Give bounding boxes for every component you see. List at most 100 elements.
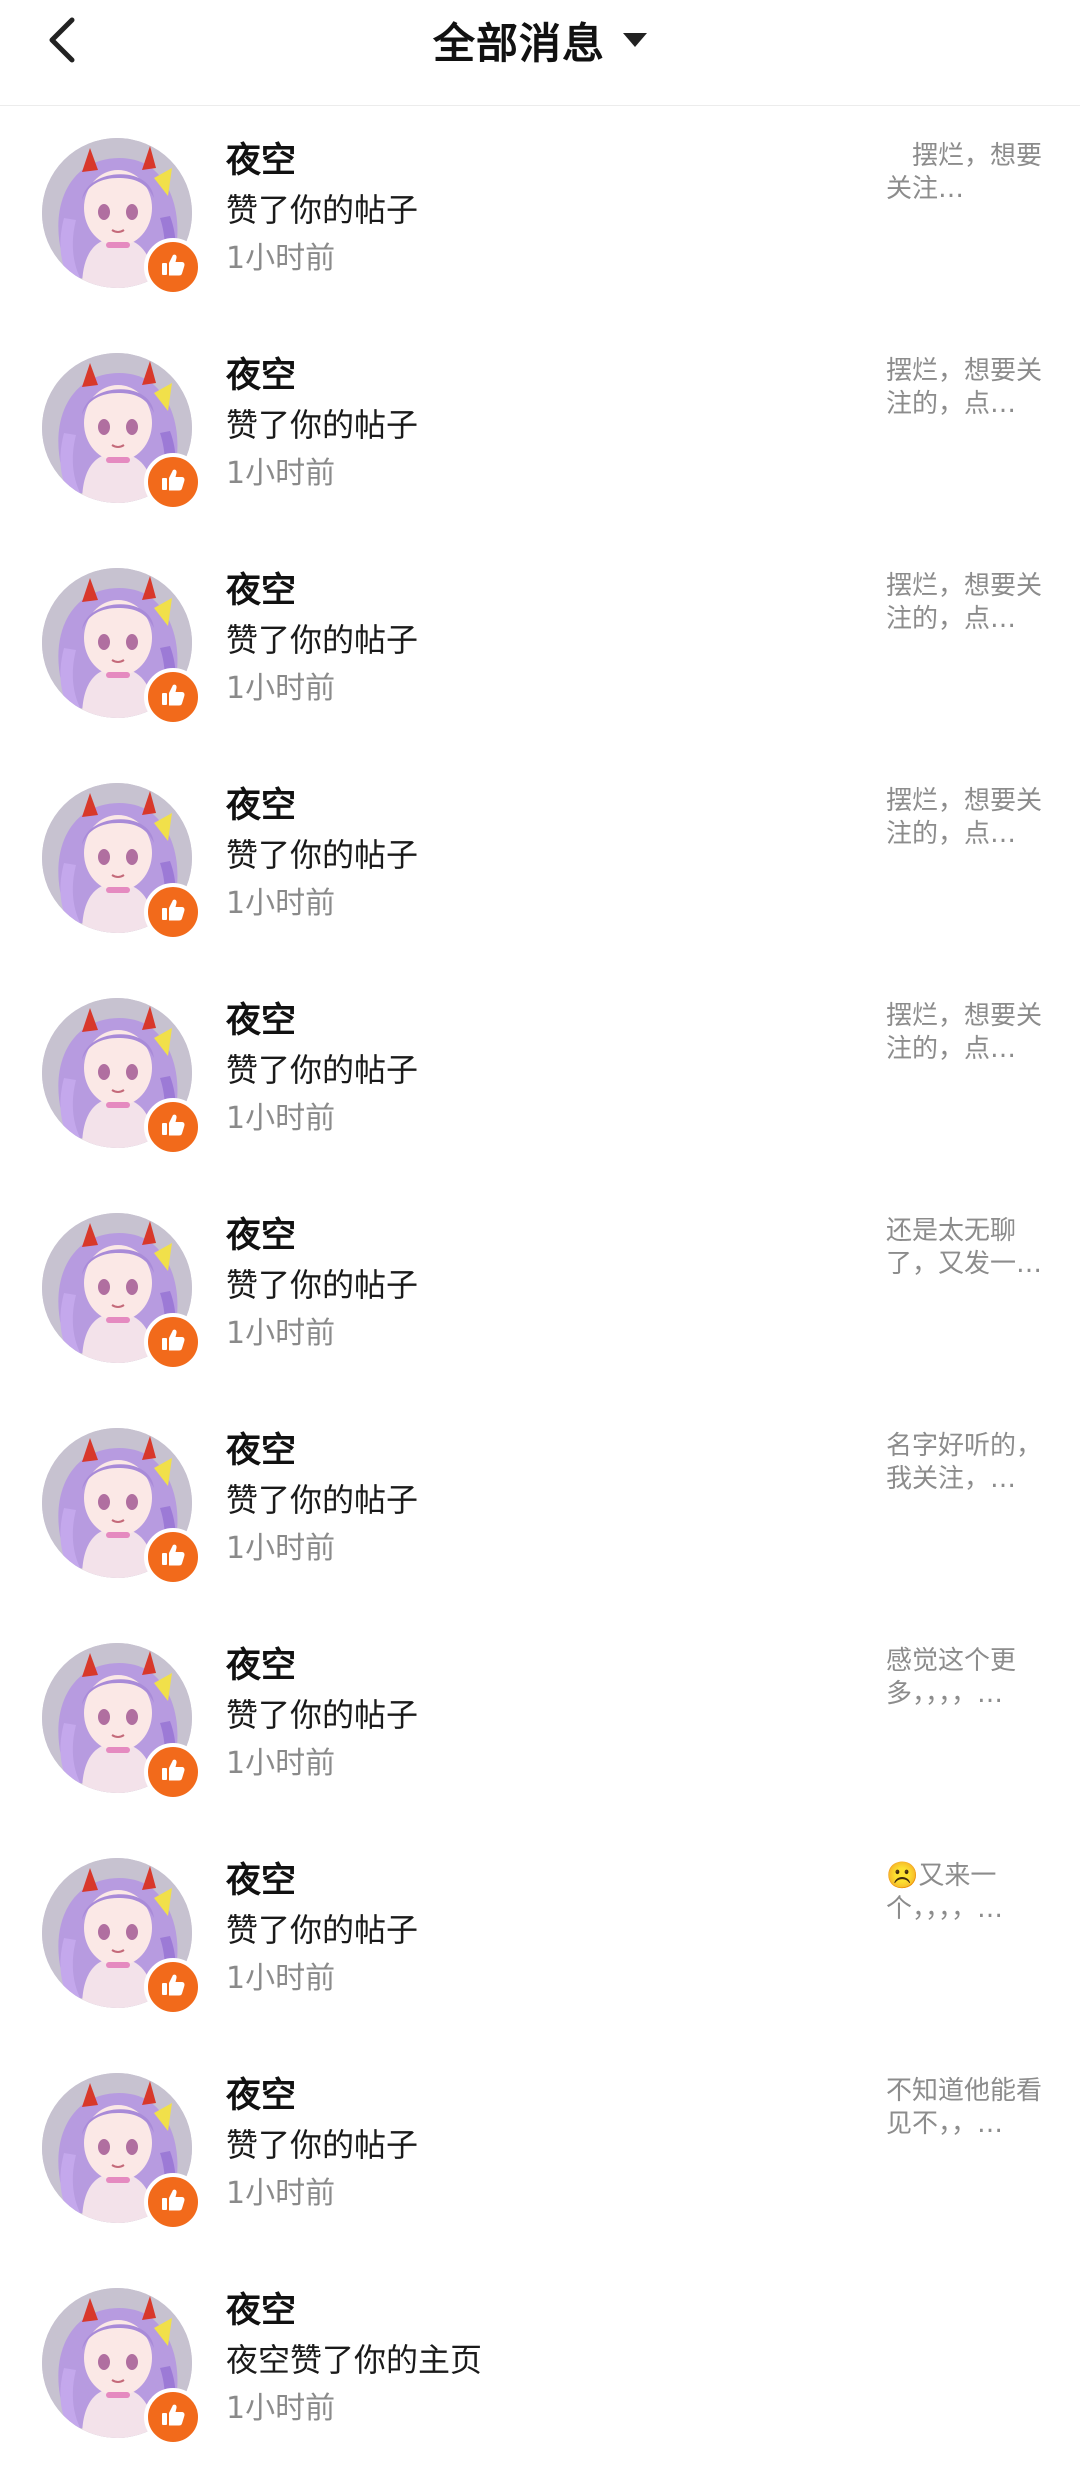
thumbs-up-icon <box>159 1111 187 1143</box>
notification-text: 夜空 赞了你的帖子 1小时前 <box>226 1856 826 2004</box>
notification-time: 1小时前 <box>226 1101 336 1136</box>
user-name[interactable]: 夜空 <box>226 136 826 186</box>
notification-time: 1小时前 <box>226 456 336 491</box>
notification-list: 夜空 赞了你的帖子 1小时前 摆烂，想要关注… 夜空 赞了你的帖子 1小时前 摆… <box>0 106 1080 2471</box>
notification-time: 1小时前 <box>226 2176 336 2211</box>
like-badge <box>144 1098 202 1156</box>
notification-action: 赞了你的帖子 <box>226 406 419 444</box>
post-preview-snippet[interactable]: 名字好听的，我关注，… <box>886 1430 1046 1496</box>
user-name[interactable]: 夜空 <box>226 2286 826 2336</box>
notification-text: 夜空 赞了你的帖子 1小时前 <box>226 136 826 284</box>
notification-time: 1小时前 <box>226 1531 336 1566</box>
like-badge <box>144 668 202 726</box>
post-preview-snippet[interactable]: 感觉这个更多，，，，… <box>886 1645 1046 1711</box>
notification-text: 夜空 赞了你的帖子 1小时前 <box>226 1641 826 1789</box>
post-preview-snippet[interactable]: 不知道他能看见不，，… <box>886 2075 1046 2141</box>
notification-item[interactable]: 夜空 赞了你的帖子 1小时前 摆烂，想要关注的，点… <box>0 536 1080 751</box>
user-name[interactable]: 夜空 <box>226 1641 826 1691</box>
notification-item[interactable]: 夜空 赞了你的帖子 1小时前 不知道他能看见不，，… <box>0 2041 1080 2256</box>
avatar[interactable] <box>42 353 202 511</box>
notification-time: 1小时前 <box>226 886 336 921</box>
notification-item[interactable]: 夜空 赞了你的帖子 1小时前 还是太无聊了，又发一… <box>0 1181 1080 1396</box>
thumbs-up-icon <box>159 466 187 498</box>
avatar[interactable] <box>42 2073 202 2231</box>
message-filter-dropdown[interactable]: 全部消息 <box>0 10 1080 70</box>
thumbs-up-icon <box>159 1971 187 2003</box>
notification-item[interactable]: 夜空 赞了你的帖子 1小时前 ☹️又来一个，，，，… <box>0 1826 1080 2041</box>
thumbs-up-icon <box>159 2401 187 2433</box>
notification-text: 夜空 赞了你的帖子 1小时前 <box>226 351 826 499</box>
notification-text: 夜空 赞了你的帖子 1小时前 <box>226 2071 826 2219</box>
avatar[interactable] <box>42 138 202 296</box>
notification-item[interactable]: 夜空 赞了你的帖子 1小时前 摆烂，想要关注… <box>0 106 1080 321</box>
notification-time: 1小时前 <box>226 1746 336 1781</box>
post-preview-snippet[interactable]: ☹️又来一个，，，，… <box>886 1860 1046 1926</box>
top-bar: 全部消息 <box>0 0 1080 106</box>
notification-time: 1小时前 <box>226 2391 336 2426</box>
notification-text: 夜空 赞了你的帖子 1小时前 <box>226 1426 826 1574</box>
post-preview-snippet[interactable]: 摆烂，想要关注的，点… <box>886 1000 1046 1066</box>
notification-action: 赞了你的帖子 <box>226 1051 419 1089</box>
post-preview-snippet[interactable]: 摆烂，想要关注的，点… <box>886 355 1046 421</box>
like-badge <box>144 1528 202 1586</box>
user-name[interactable]: 夜空 <box>226 1856 826 1906</box>
post-preview-snippet[interactable]: 摆烂，想要关注的，点… <box>886 570 1046 636</box>
like-badge <box>144 883 202 941</box>
notification-item[interactable]: 夜空 赞了你的帖子 1小时前 摆烂，想要关注的，点… <box>0 966 1080 1181</box>
notification-time: 1小时前 <box>226 1961 336 1996</box>
avatar[interactable] <box>42 783 202 941</box>
thumbs-up-icon <box>159 1756 187 1788</box>
thumbs-up-icon <box>159 1541 187 1573</box>
notification-item[interactable]: 夜空 赞了你的帖子 1小时前 感觉这个更多，，，，… <box>0 1611 1080 1826</box>
notification-action: 赞了你的帖子 <box>226 1696 419 1734</box>
user-name[interactable]: 夜空 <box>226 2071 826 2121</box>
avatar[interactable] <box>42 1643 202 1801</box>
notification-action: 赞了你的帖子 <box>226 1266 419 1304</box>
avatar[interactable] <box>42 1858 202 2016</box>
notification-action: 赞了你的帖子 <box>226 1481 419 1519</box>
user-name[interactable]: 夜空 <box>226 996 826 1046</box>
notification-action: 夜空赞了你的主页 <box>226 2341 483 2379</box>
like-badge <box>144 238 202 296</box>
thumbs-up-icon <box>159 896 187 928</box>
notification-item[interactable]: 夜空 赞了你的帖子 1小时前 摆烂，想要关注的，点… <box>0 321 1080 536</box>
avatar[interactable] <box>42 568 202 726</box>
post-preview-snippet[interactable]: 摆烂，想要关注… <box>886 140 1046 206</box>
notification-time: 1小时前 <box>226 1316 336 1351</box>
notification-action: 赞了你的帖子 <box>226 621 419 659</box>
notification-text: 夜空 赞了你的帖子 1小时前 <box>226 996 826 1144</box>
like-badge <box>144 2388 202 2446</box>
notification-text: 夜空 赞了你的帖子 1小时前 <box>226 781 826 929</box>
notification-time: 1小时前 <box>226 671 336 706</box>
like-badge <box>144 1958 202 2016</box>
avatar[interactable] <box>42 1428 202 1586</box>
notification-text: 夜空 赞了你的帖子 1小时前 <box>226 566 826 714</box>
thumbs-up-icon <box>159 681 187 713</box>
like-badge <box>144 2173 202 2231</box>
user-name[interactable]: 夜空 <box>226 1211 826 1261</box>
avatar[interactable] <box>42 998 202 1156</box>
notification-item[interactable]: 夜空 赞了你的帖子 1小时前 名字好听的，我关注，… <box>0 1396 1080 1611</box>
user-name[interactable]: 夜空 <box>226 1426 826 1476</box>
caret-down-icon <box>623 33 647 47</box>
thumbs-up-icon <box>159 1326 187 1358</box>
user-name[interactable]: 夜空 <box>226 351 826 401</box>
notification-item[interactable]: 夜空 赞了你的帖子 1小时前 摆烂，想要关注的，点… <box>0 751 1080 966</box>
notification-action: 赞了你的帖子 <box>226 836 419 874</box>
notification-text: 夜空 赞了你的帖子 1小时前 <box>226 1211 826 1359</box>
like-badge <box>144 1743 202 1801</box>
avatar[interactable] <box>42 2288 202 2446</box>
notification-action: 赞了你的帖子 <box>226 2126 419 2164</box>
post-preview-snippet[interactable]: 还是太无聊了，又发一… <box>886 1215 1046 1281</box>
avatar[interactable] <box>42 1213 202 1371</box>
notification-time: 1小时前 <box>226 241 336 276</box>
like-badge <box>144 453 202 511</box>
notification-text: 夜空 夜空赞了你的主页 1小时前 <box>226 2286 826 2434</box>
notification-item[interactable]: 夜空 夜空赞了你的主页 1小时前 <box>0 2256 1080 2471</box>
user-name[interactable]: 夜空 <box>226 781 826 831</box>
notification-action: 赞了你的帖子 <box>226 191 419 229</box>
page-title: 全部消息 <box>432 18 605 68</box>
post-preview-snippet[interactable]: 摆烂，想要关注的，点… <box>886 785 1046 851</box>
user-name[interactable]: 夜空 <box>226 566 826 616</box>
thumbs-up-icon <box>159 2186 187 2218</box>
